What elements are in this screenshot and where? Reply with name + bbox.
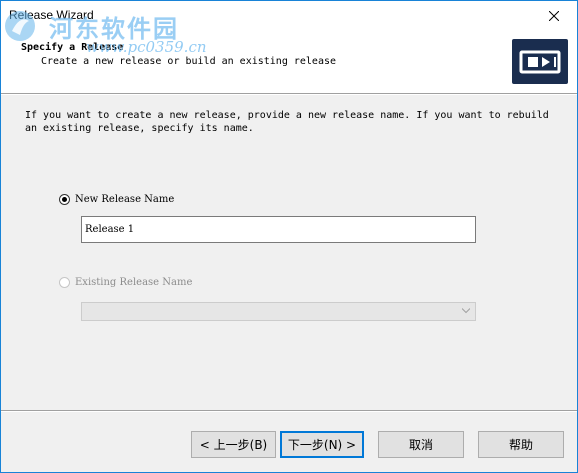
header-divider-highlight	[1, 94, 577, 95]
existing-release-dropdown[interactable]	[81, 302, 476, 321]
instructions-text: If you want to create a new release, pro…	[25, 110, 549, 134]
page-subtitle: Create a new release or build an existin…	[41, 56, 337, 67]
next-button[interactable]: 下一步(N) >	[280, 431, 364, 458]
new-release-label: New Release Name	[75, 194, 175, 205]
new-release-option[interactable]: New Release Name	[59, 194, 174, 205]
watermark-logo-icon	[5, 11, 35, 41]
footer-divider-highlight	[1, 411, 577, 412]
close-button[interactable]	[531, 1, 577, 31]
watermark-url: www.pc0359.cn	[86, 38, 207, 56]
release-wizard-logo-icon	[512, 39, 568, 84]
existing-release-option[interactable]: Existing Release Name	[59, 277, 192, 288]
back-button[interactable]: < 上一步(B)	[191, 431, 276, 458]
cancel-button[interactable]: 取消	[378, 431, 464, 458]
existing-release-label: Existing Release Name	[75, 277, 193, 288]
chevron-down-icon	[462, 308, 470, 314]
existing-release-radio[interactable]	[59, 277, 70, 288]
help-button[interactable]: 帮助	[478, 431, 564, 458]
release-wizard-window: Release Wizard Specify a Release Create …	[0, 0, 578, 473]
new-release-name-input[interactable]	[81, 216, 476, 243]
close-icon	[549, 11, 559, 21]
new-release-radio[interactable]	[59, 194, 70, 205]
